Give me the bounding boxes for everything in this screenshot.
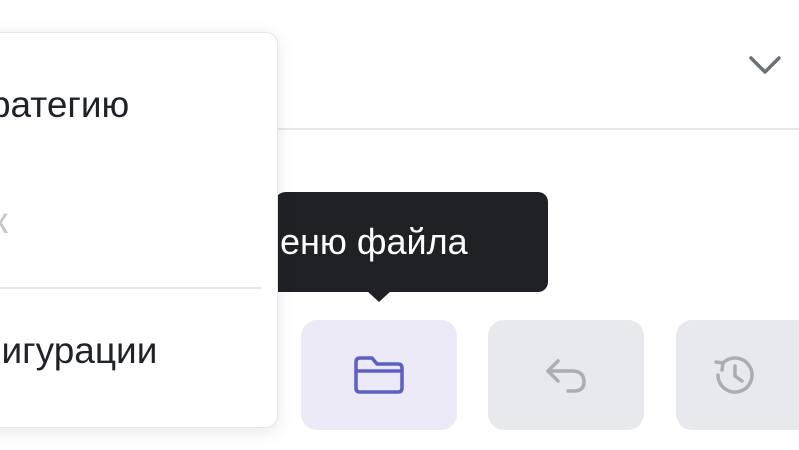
menu-item-label: фигурации (0, 330, 158, 371)
open-file-menu-button[interactable] (301, 320, 457, 430)
history-icon (714, 356, 754, 394)
undo-button[interactable] (488, 320, 644, 430)
chevron-down-icon[interactable] (745, 48, 785, 80)
menu-divider (0, 287, 261, 289)
menu-item-save-as[interactable]: ак (0, 199, 8, 243)
history-button[interactable] (676, 320, 799, 430)
app-stage: еню файла тратегию ак фигурации (0, 0, 799, 450)
undo-icon (546, 359, 586, 393)
menu-item-label: ак (0, 200, 8, 241)
menu-item-label: тратегию (0, 84, 130, 125)
dropdown-menu: тратегию ак фигурации (0, 32, 278, 428)
tooltip-arrow (366, 290, 392, 302)
tooltip: еню файла (274, 192, 548, 292)
folder-icon (354, 356, 404, 394)
menu-item-configuration[interactable]: фигурации (0, 329, 157, 373)
menu-item-strategy[interactable]: тратегию (0, 83, 129, 127)
tooltip-text: еню файла (280, 221, 468, 262)
